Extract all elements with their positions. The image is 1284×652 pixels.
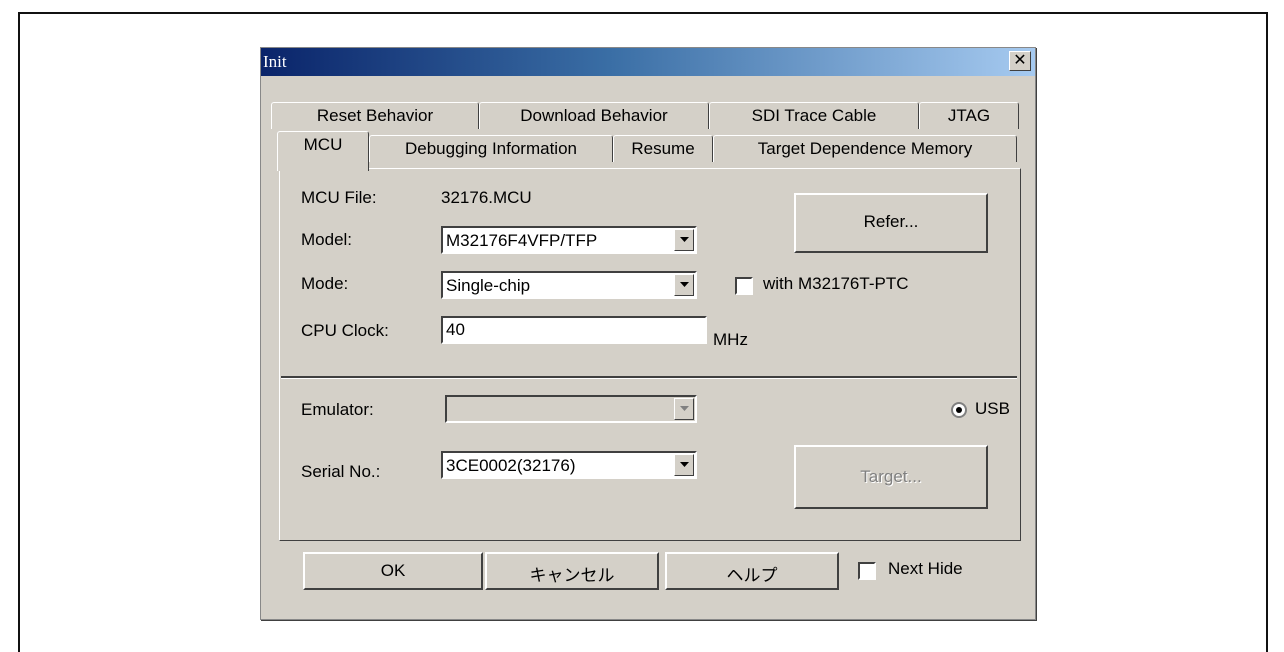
cpu-clock-input[interactable]: [443, 318, 698, 342]
ptc-checkbox[interactable]: [735, 277, 753, 295]
ok-button-label: OK: [380, 561, 406, 580]
section-separator: [281, 376, 1017, 379]
cancel-button-label: キャンセル: [529, 566, 615, 585]
cpu-clock-field[interactable]: [441, 316, 707, 344]
model-value: M32176F4VFP/TFP: [446, 231, 598, 250]
tab-label: Download Behavior: [520, 106, 668, 125]
ok-button[interactable]: OK: [303, 552, 483, 590]
tab-label: SDI Trace Cable: [751, 106, 877, 125]
chevron-down-icon: [680, 282, 689, 287]
usb-radio-label: USB: [975, 399, 1010, 418]
chevron-down-icon: [680, 237, 689, 242]
init-dialog: Init ✕ Reset Behavior Download Behavior …: [260, 47, 1036, 620]
mcu-file-value: 32176.MCU: [441, 188, 532, 207]
mode-value: Single-chip: [446, 276, 531, 295]
target-button[interactable]: Target...: [794, 445, 988, 509]
tab-debugging-information[interactable]: Debugging Information: [369, 135, 613, 162]
serial-no-select[interactable]: 3CE0002(32176): [441, 451, 697, 479]
tab-label: MCU: [303, 135, 343, 154]
refer-button-label: Refer...: [863, 212, 919, 231]
cpu-clock-label: CPU Clock:: [301, 321, 389, 340]
tab-target-dependence-memory[interactable]: Target Dependence Memory: [713, 135, 1017, 162]
model-label: Model:: [301, 230, 353, 249]
close-icon: ✕: [1013, 52, 1027, 69]
ptc-checkbox-label: with M32176T-PTC: [763, 274, 909, 293]
model-dropdown-button[interactable]: [674, 229, 694, 251]
chevron-down-icon: [680, 462, 689, 467]
tab-jtag[interactable]: JTAG: [919, 102, 1019, 129]
help-button-label: ヘルプ: [726, 566, 778, 585]
tab-download-behavior[interactable]: Download Behavior: [479, 102, 709, 129]
refer-button[interactable]: Refer...: [794, 193, 988, 253]
tab-resume[interactable]: Resume: [613, 135, 713, 162]
tab-label: Debugging Information: [404, 139, 577, 158]
tab-sdi-trace-cable[interactable]: SDI Trace Cable: [709, 102, 919, 129]
cpu-clock-unit: MHz: [713, 330, 748, 349]
cancel-button[interactable]: キャンセル: [485, 552, 659, 590]
mode-dropdown-button[interactable]: [674, 274, 694, 296]
target-button-label: Target...: [860, 467, 922, 486]
emulator-label: Emulator:: [301, 400, 374, 419]
tab-reset-behavior[interactable]: Reset Behavior: [271, 102, 479, 129]
dialog-title: Init: [263, 52, 287, 71]
emulator-dropdown-button[interactable]: [674, 398, 694, 420]
title-bar[interactable]: Init ✕: [261, 48, 1035, 76]
emulator-select[interactable]: [445, 395, 697, 423]
mode-select[interactable]: Single-chip: [441, 271, 697, 299]
serial-no-dropdown-button[interactable]: [674, 454, 694, 476]
tab-label: Resume: [631, 139, 695, 158]
next-hide-label: Next Hide: [888, 559, 963, 578]
tab-label: Reset Behavior: [316, 106, 434, 125]
serial-no-label: Serial No.:: [301, 462, 381, 481]
tab-mcu[interactable]: MCU: [277, 131, 369, 171]
radio-selected-dot: [956, 407, 962, 413]
serial-no-value: 3CE0002(32176): [446, 456, 576, 475]
usb-radio[interactable]: [951, 402, 967, 418]
chevron-down-icon: [680, 406, 689, 411]
next-hide-checkbox[interactable]: [858, 562, 876, 580]
mode-label: Mode:: [301, 274, 349, 293]
tab-label: JTAG: [947, 106, 991, 125]
model-select[interactable]: M32176F4VFP/TFP: [441, 226, 697, 254]
mcu-file-label: MCU File:: [301, 188, 377, 207]
help-button[interactable]: ヘルプ: [665, 552, 839, 590]
close-button[interactable]: ✕: [1009, 51, 1031, 71]
tab-label: Target Dependence Memory: [757, 139, 973, 158]
